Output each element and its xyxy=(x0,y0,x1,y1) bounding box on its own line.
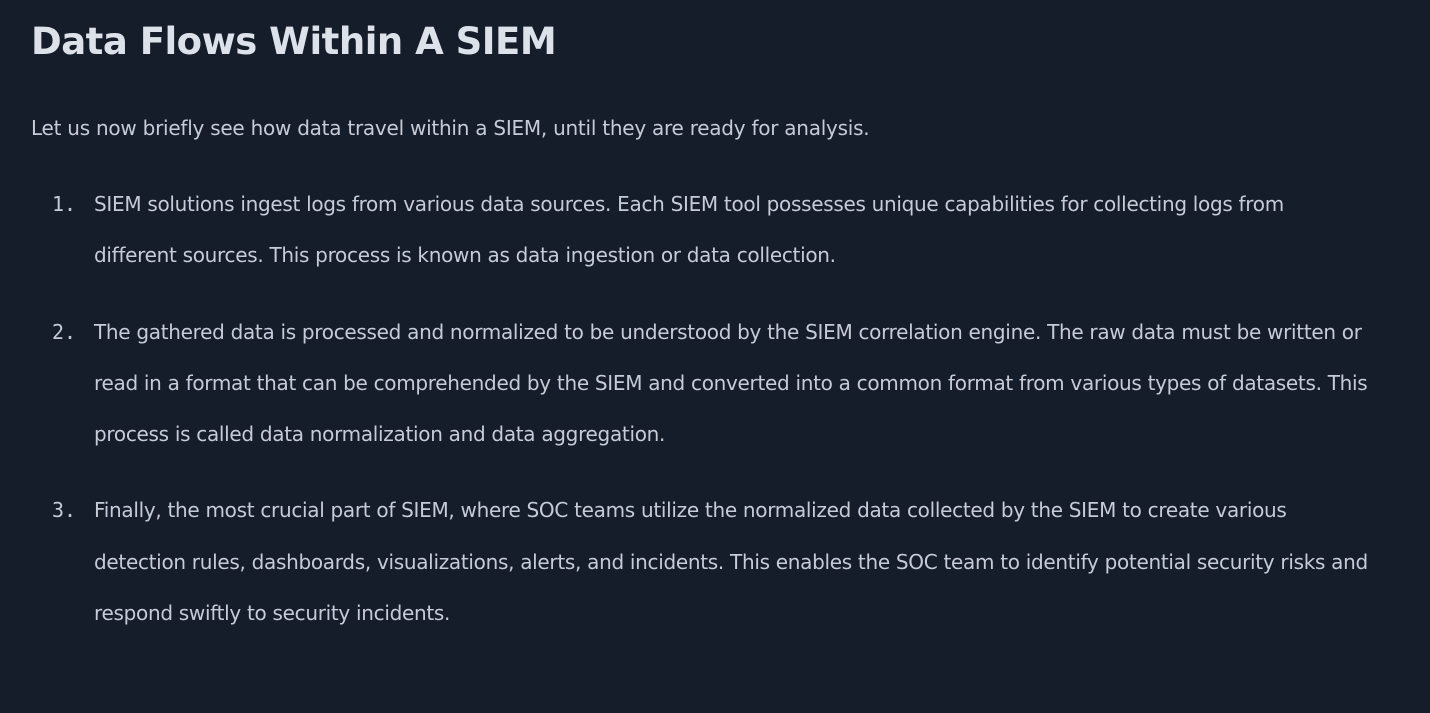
step-number: 2. xyxy=(52,319,77,344)
list-item-step-3: 3. Finally, the most crucial part of SIE… xyxy=(0,485,1430,639)
page-title: Data Flows Within A SIEM xyxy=(31,20,557,63)
article-page: Data Flows Within A SIEM Let us now brie… xyxy=(0,0,1430,713)
step-number: 1. xyxy=(52,192,77,216)
step-number: 3. xyxy=(52,498,77,523)
list-item-step-2: 2. The gathered data is processed and no… xyxy=(0,307,1430,461)
data-flow-steps-list: 1. SIEM solutions ingest logs from vario… xyxy=(0,179,1430,664)
step-text: SIEM solutions ingest logs from various … xyxy=(94,192,1284,268)
step-text: The gathered data is processed and norma… xyxy=(94,319,1368,447)
intro-paragraph: Let us now briefly see how data travel w… xyxy=(31,116,870,140)
list-item-step-1: 1. SIEM solutions ingest logs from vario… xyxy=(0,179,1430,282)
step-text: Finally, the most crucial part of SIEM, … xyxy=(94,498,1368,626)
